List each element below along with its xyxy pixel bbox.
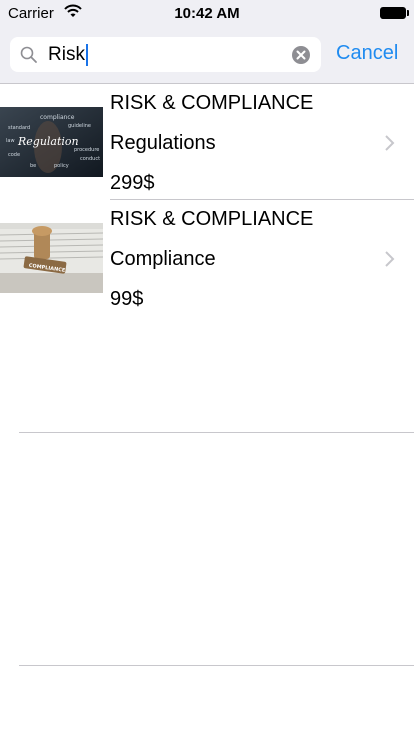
cancel-button[interactable]: Cancel: [336, 42, 398, 65]
compliance-thumbnail: COMPLIANCE: [0, 223, 104, 293]
search-query: Risk: [48, 44, 85, 65]
image-word: code: [8, 152, 20, 158]
row-price: 299$: [110, 172, 155, 194]
image-word: guideline: [68, 123, 91, 129]
clear-search-icon[interactable]: [292, 46, 310, 69]
regulations-thumbnail: compliance guideline standard Regulation…: [0, 107, 103, 177]
row-category: RISK & COMPLIANCE: [110, 92, 314, 114]
search-input[interactable]: Risk: [48, 44, 88, 66]
chevron-right-icon: [384, 134, 396, 157]
image-word: policy: [54, 163, 69, 169]
image-word: Regulation: [17, 135, 79, 148]
row-category: RISK & COMPLIANCE: [110, 208, 314, 230]
chevron-right-icon: [384, 250, 396, 273]
row-title: Regulations: [110, 132, 216, 154]
image-word: conduct: [80, 156, 100, 162]
row-title: Compliance: [110, 248, 216, 270]
search-icon: [20, 46, 38, 69]
result-row-compliance[interactable]: COMPLIANCE RISK & COMPLIANCE Compliance …: [0, 200, 414, 316]
image-word: procedure: [74, 147, 99, 153]
text-caret: [85, 44, 88, 66]
image-word: standard: [8, 125, 30, 131]
row-separator: [19, 665, 414, 666]
row-price: 99$: [110, 288, 144, 310]
image-word: compliance: [40, 114, 75, 121]
status-bar: Carrier 10:42 AM: [0, 0, 414, 28]
result-row-regulations[interactable]: compliance guideline standard Regulation…: [0, 84, 414, 200]
image-word: law: [6, 138, 15, 144]
search-field[interactable]: Risk: [10, 37, 321, 72]
image-word: be: [30, 163, 36, 169]
battery-icon: [380, 7, 409, 19]
row-separator: [19, 432, 414, 433]
status-time: 10:42 AM: [174, 5, 240, 22]
search-bar: Risk Cancel: [0, 28, 414, 84]
